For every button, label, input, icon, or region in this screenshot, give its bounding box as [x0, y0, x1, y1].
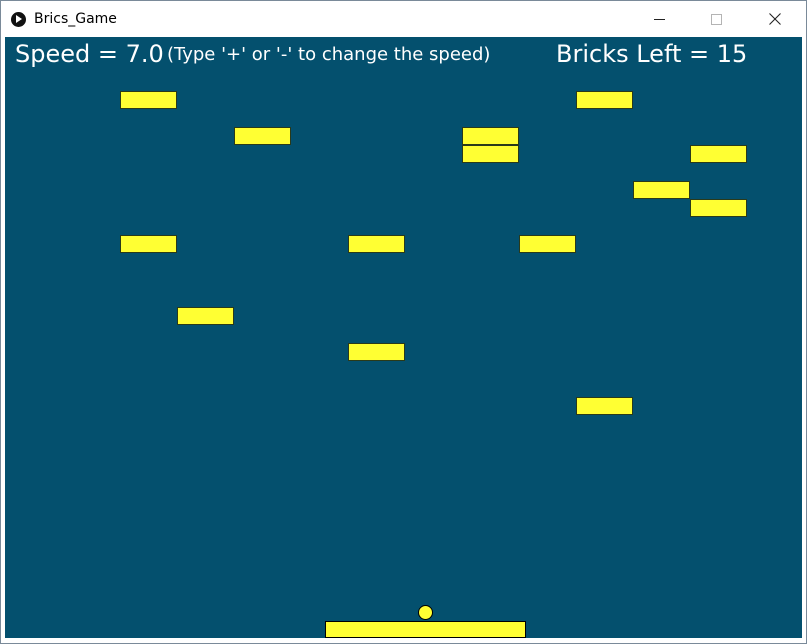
brick — [690, 199, 747, 217]
play-circle-icon — [11, 12, 26, 27]
game-window: Brics_Game Speed = 7.0 (Type '+' or '-' … — [0, 0, 807, 644]
game-canvas[interactable]: Speed = 7.0 (Type '+' or '-' to change t… — [5, 37, 802, 638]
brick — [234, 127, 291, 145]
speed-label: Speed = 7.0 — [15, 40, 164, 68]
window-title: Brics_Game — [34, 11, 117, 27]
ball — [418, 605, 433, 620]
brick — [120, 235, 177, 253]
maximize-button[interactable] — [693, 1, 739, 37]
title-bar[interactable]: Brics_Game — [1, 1, 806, 37]
close-button[interactable] — [752, 1, 798, 37]
brick — [576, 91, 633, 109]
minimize-button[interactable] — [637, 1, 683, 37]
brick — [576, 397, 633, 415]
brick — [690, 145, 747, 163]
brick — [519, 235, 576, 253]
brick — [462, 145, 519, 163]
paddle[interactable] — [325, 621, 526, 638]
brick — [177, 307, 234, 325]
speed-hint: (Type '+' or '-' to change the speed) — [167, 44, 491, 65]
bricks-left-counter: Bricks Left = 15 — [556, 40, 748, 68]
brick — [348, 235, 405, 253]
brick — [462, 127, 519, 145]
brick — [633, 181, 690, 199]
brick — [348, 343, 405, 361]
brick — [120, 91, 177, 109]
close-icon — [769, 13, 781, 25]
